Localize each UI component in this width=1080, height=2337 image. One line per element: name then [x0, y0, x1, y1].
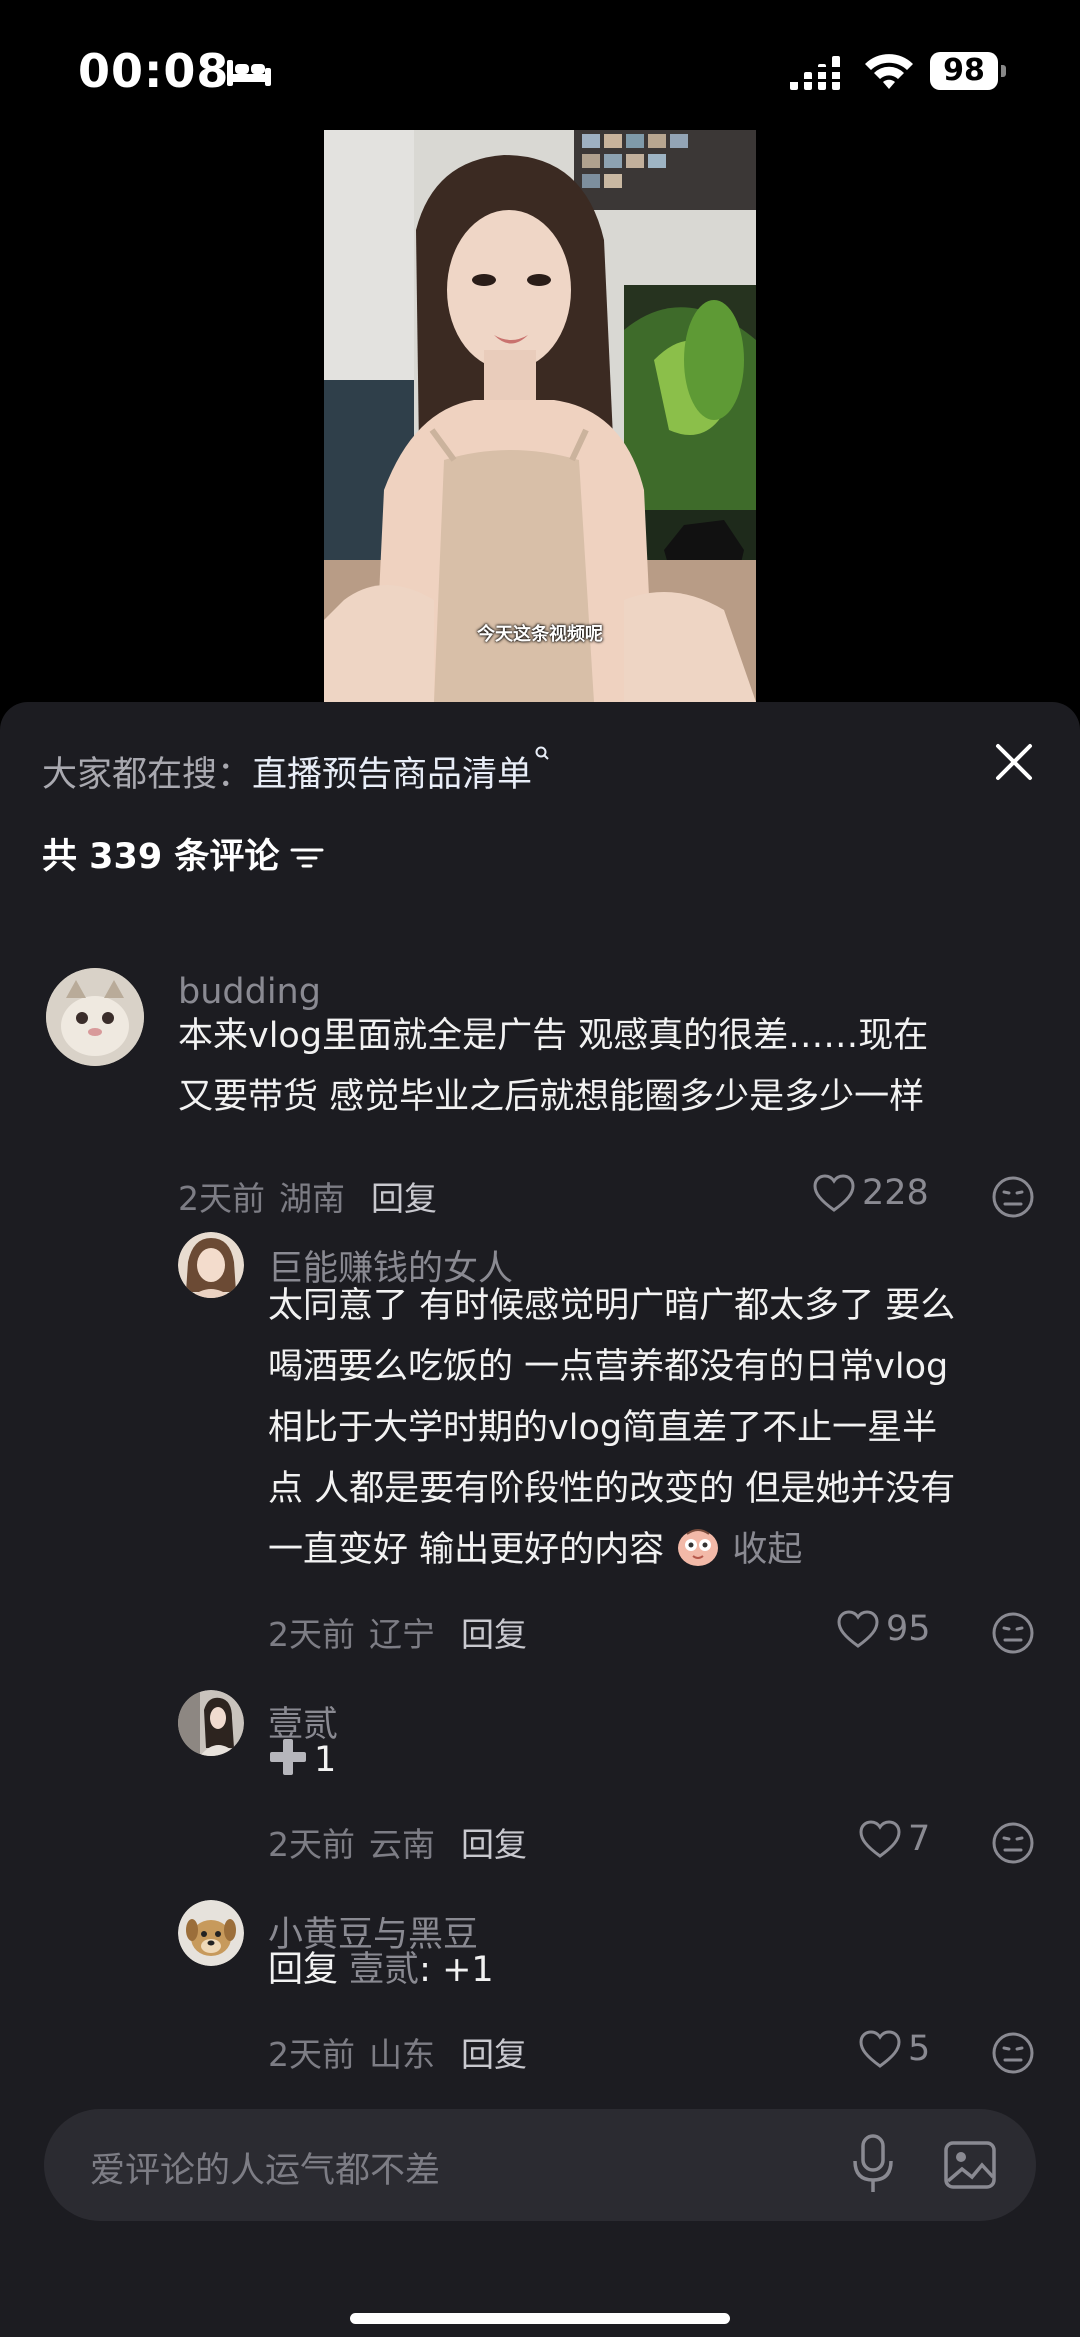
- reply-prefix: 回复: [268, 1950, 339, 1990]
- comment-input[interactable]: 爱评论的人运气都不差: [44, 2109, 1036, 2221]
- avatar[interactable]: [178, 1900, 244, 1966]
- battery-level: 98: [930, 52, 998, 90]
- comment-location: 辽宁: [369, 1615, 435, 1654]
- reply-text: : +1: [419, 1950, 494, 1990]
- reply-button[interactable]: 回复: [371, 1179, 437, 1218]
- video-player[interactable]: 今天这条视频呢: [324, 130, 756, 702]
- like-button[interactable]: 7: [858, 1818, 930, 1862]
- reply-button[interactable]: 回复: [461, 1825, 527, 1864]
- video-subtitle: 今天这条视频呢: [477, 624, 603, 645]
- comment-text: 1: [268, 1730, 336, 1791]
- comment-meta: 2天前 山东 回复: [268, 2028, 527, 2076]
- comment-input-placeholder: 爱评论的人运气都不差: [90, 2151, 441, 2191]
- like-button[interactable]: 228: [812, 1172, 929, 1216]
- comment-location: 湖南: [279, 1179, 345, 1218]
- like-button[interactable]: 5: [858, 2028, 930, 2072]
- like-count: 5: [908, 2029, 931, 2069]
- like-button[interactable]: 95: [836, 1608, 931, 1652]
- heart-icon: [837, 1610, 879, 1648]
- comment-count-text: 共 339 条评论: [42, 837, 280, 877]
- avatar[interactable]: [178, 1232, 244, 1298]
- reply-button[interactable]: 回复: [461, 2035, 527, 2074]
- comment-location: 云南: [369, 1825, 435, 1864]
- image-icon[interactable]: [942, 2137, 998, 2193]
- signal-icon: [788, 56, 844, 90]
- collapse-button[interactable]: 收起: [732, 1530, 802, 1570]
- search-prefix: 大家都在搜：: [42, 755, 253, 795]
- search-suggestion[interactable]: 大家都在搜：直播预告商品清单: [42, 746, 550, 797]
- avatar[interactable]: [178, 1690, 244, 1756]
- comment-time: 2天前: [178, 1179, 265, 1218]
- battery-cap: [1001, 65, 1006, 77]
- emoji-icon[interactable]: [990, 1820, 1036, 1866]
- comment-line-last: 一直变好 输出更好的内容 收起: [268, 1520, 955, 1581]
- comment-text: 太同意了 有时候感觉明广暗广都太多了 要么 喝酒要么吃饭的 一点营养都没有的日常…: [268, 1276, 955, 1581]
- comment-line: 一直变好 输出更好的内容: [268, 1530, 665, 1570]
- like-count: 228: [862, 1173, 929, 1213]
- comment-meta: 2天前 云南 回复: [268, 1818, 527, 1866]
- comment-time: 2天前: [268, 1825, 355, 1864]
- reply-to-user[interactable]: 壹贰: [349, 1950, 419, 1990]
- video-frame: [324, 130, 756, 702]
- search-icon: [535, 746, 549, 760]
- comment-count[interactable]: 共 339 条评论: [42, 828, 325, 879]
- comment-sheet: 大家都在搜：直播预告商品清单 共 339 条评论 budding 本来vlog里…: [0, 702, 1080, 2337]
- like-count: 95: [886, 1609, 931, 1649]
- emoji-sticker-icon: [678, 1529, 719, 1566]
- comment-meta: 2天前 湖南 回复: [178, 1172, 437, 1220]
- comment-line: 又要带货 感觉毕业之后就想能圈多少是多少一样: [178, 1077, 925, 1117]
- bed-icon: [227, 60, 271, 86]
- like-count: 7: [908, 1819, 931, 1859]
- status-time: 00:08: [78, 44, 230, 98]
- comment-location: 山东: [369, 2035, 435, 2074]
- comment-line: 太同意了 有时候感觉明广暗广都太多了 要么: [268, 1286, 956, 1326]
- emoji-icon[interactable]: [990, 1610, 1036, 1656]
- plus-icon: [270, 1739, 306, 1775]
- heart-icon: [813, 1174, 855, 1212]
- comment-text: 本来vlog里面就全是广告 观感真的很差……现在 又要带货 感觉毕业之后就想能圈…: [178, 1006, 928, 1128]
- close-icon[interactable]: [992, 740, 1036, 784]
- comment-text: 回复 壹贰: +1: [268, 1940, 494, 2001]
- comment-line: 本来vlog里面就全是广告 观感真的很差……现在: [178, 1016, 929, 1056]
- comment-line: 喝酒要么吃饭的 一点营养都没有的日常vlog: [268, 1347, 949, 1387]
- wifi-icon: [865, 54, 913, 89]
- heart-icon: [859, 2030, 901, 2068]
- emoji-icon[interactable]: [990, 2030, 1036, 2076]
- heart-icon: [859, 1820, 901, 1858]
- status-bar: 00:08 98: [0, 0, 1080, 130]
- comment-meta: 2天前 辽宁 回复: [268, 1608, 527, 1656]
- comment-text-value: 1: [314, 1740, 337, 1780]
- comment-time: 2天前: [268, 1615, 355, 1654]
- mic-icon[interactable]: [850, 2133, 896, 2195]
- reply-button[interactable]: 回复: [461, 1615, 527, 1654]
- filter-icon[interactable]: [289, 842, 325, 874]
- home-indicator: [350, 2313, 730, 2324]
- avatar[interactable]: [46, 968, 144, 1066]
- comment-time: 2天前: [268, 2035, 355, 2074]
- emoji-icon[interactable]: [990, 1174, 1036, 1220]
- comment-line: 相比于大学时期的vlog简直差了不止一星半: [268, 1408, 938, 1448]
- battery-indicator: 98: [930, 52, 1006, 90]
- comment-line: 点 人都是要有阶段性的改变的 但是她并没有: [268, 1469, 956, 1509]
- search-keyword[interactable]: 直播预告商品清单: [252, 755, 532, 795]
